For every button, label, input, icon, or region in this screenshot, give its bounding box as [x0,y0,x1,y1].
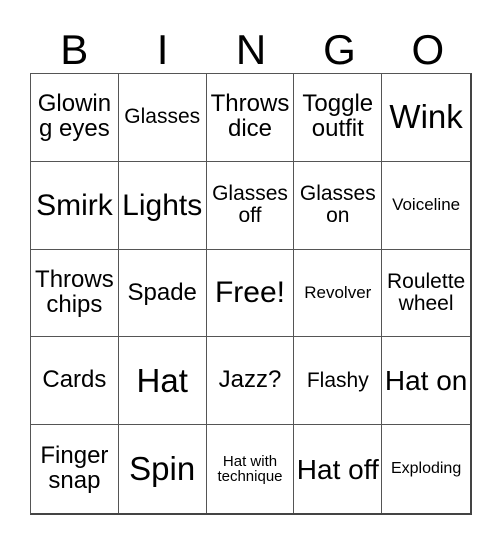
bingo-cell-label: Throws chips [35,266,114,318]
bingo-grid: Glowing eyes Glasses Throws dice Toggle out… [30,73,472,515]
bingo-cell-label: Glasses [124,105,201,129]
bingo-cell[interactable]: Hat [118,337,207,426]
bingo-cell[interactable]: Glowing eyes [31,74,119,162]
bingo-cell-label: Revolver [304,283,372,303]
bingo-cell-label: Hat [136,361,188,399]
bingo-cell[interactable]: Glasses off [206,161,295,250]
bingo-cell-label: Flashy [306,368,369,392]
bingo-cell-label: Glasses off [212,182,288,228]
bingo-cell-label: Glasses on [299,182,376,228]
bingo-cell[interactable]: Hat off [294,425,383,513]
bingo-cell[interactable]: Spade [118,249,207,338]
bingo-cell[interactable]: Smirk [31,161,119,250]
bingo-cell[interactable]: Voiceline [382,161,470,250]
bingo-cell-label: Glowing eyes [37,90,112,143]
bingo-cell-label: Cards [42,366,107,394]
header-letter-i: I [156,26,169,73]
bingo-cell-label: Free! [214,276,285,310]
header-letter-o: O [411,26,445,73]
bingo-card: B I N G O Glowing eyes Glasses Throws dice… [0,0,500,544]
bingo-cell-label: Finger snap [40,442,109,495]
bingo-cell[interactable]: Roulette wheel [382,249,470,338]
bingo-cell[interactable]: Cards [31,337,119,426]
header-letter-g: G [323,26,356,73]
bingo-cell[interactable]: Flashy [294,337,383,426]
bingo-cell[interactable]: Jazz? [206,337,295,426]
bingo-cell[interactable]: Toggle outfit [294,74,383,162]
bingo-cell-label: Smirk [36,188,113,222]
bingo-cell[interactable]: Revolver [294,249,383,338]
bingo-cell-label: Throws dice [210,90,290,143]
bingo-cell[interactable]: Throws dice [206,74,295,162]
bingo-cell-label: Roulette wheel [386,270,466,315]
bingo-cell-label: Exploding [390,459,462,477]
bingo-cell[interactable]: Hat with technique [206,425,295,513]
bingo-cell-label: Jazz? [218,366,282,394]
bingo-cell[interactable]: Finger snap [31,425,119,513]
bingo-cell[interactable]: Throws chips [31,249,119,338]
bingo-cell-label: Hat with technique [217,452,283,486]
bingo-cell-label: Spade [127,278,197,306]
bingo-cell-label: Wink [389,98,463,136]
bingo-cell-label: Hat off [296,453,379,485]
bingo-cell-label: Spin [129,449,196,487]
bingo-cell[interactable]: Glasses [118,74,207,162]
bingo-cell-label: Voiceline [392,195,461,215]
header-letter-b: B [60,26,89,73]
header-letter-n: N [235,26,267,73]
bingo-cell[interactable]: Wink [382,74,470,162]
bingo-cell[interactable]: Spin [118,425,207,513]
bingo-cell-label: Toggle outfit [302,90,374,143]
bingo-cell[interactable]: Exploding [382,425,470,513]
bingo-cell-free[interactable]: Free! [206,249,295,338]
bingo-cell[interactable]: Lights [118,161,207,250]
bingo-header: B I N G O [30,22,472,72]
bingo-cell-label: Lights [122,188,203,222]
bingo-cell[interactable]: Hat on [382,337,470,426]
bingo-cell[interactable]: Glasses on [294,161,383,250]
bingo-cell-label: Hat on [384,365,468,397]
